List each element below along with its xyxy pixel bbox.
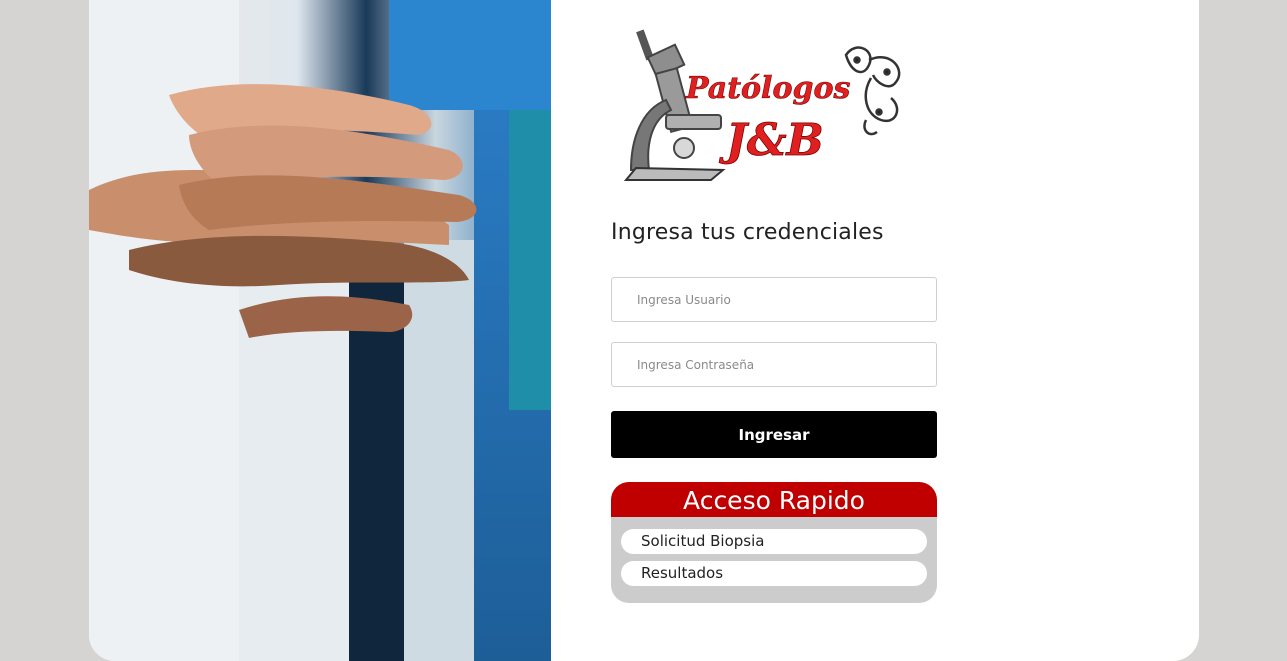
password-input[interactable] (611, 342, 937, 387)
hands-together-photo (89, 0, 551, 661)
patologos-logo: Patólogos J&B (611, 20, 911, 188)
quick-access-title: Acceso Rapido (611, 482, 937, 517)
logo-brand-name: Patólogos (685, 71, 850, 106)
username-input[interactable] (611, 277, 937, 322)
login-button[interactable]: Ingresar (611, 411, 937, 458)
quick-link-solicitud-biopsia[interactable]: Solicitud Biopsia (621, 529, 927, 554)
logo-brand-initials: J&B (719, 115, 824, 166)
neuron-icon (844, 46, 901, 136)
quick-access-panel: Acceso Rapido Solicitud Biopsia Resultad… (611, 482, 937, 603)
quick-link-resultados[interactable]: Resultados (621, 561, 927, 586)
credentials-heading: Ingresa tus credenciales (611, 220, 884, 245)
